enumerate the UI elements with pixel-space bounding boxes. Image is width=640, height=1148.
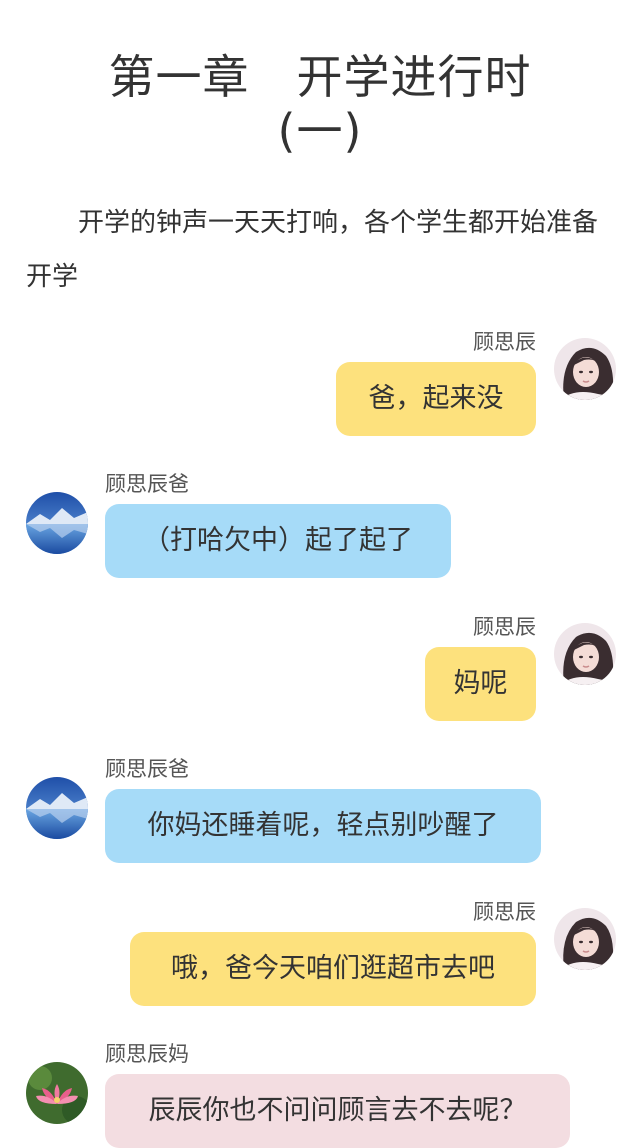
message-bubble[interactable]: （打哈欠中）起了起了 xyxy=(105,504,451,578)
chapter-title-line2: (一) xyxy=(277,104,363,158)
sender-name: 顾思辰爸 xyxy=(105,472,189,496)
sender-name: 顾思辰妈 xyxy=(105,1042,189,1066)
girl-avatar[interactable] xyxy=(554,623,616,685)
sender-name: 顾思辰 xyxy=(473,900,536,924)
intro-paragraph: 开学的钟声一天天打响，各个学生都开始准备开学 xyxy=(26,208,599,292)
girl-avatar[interactable] xyxy=(554,338,616,400)
message-bubble[interactable]: 妈呢 xyxy=(425,647,536,721)
lotus-avatar[interactable] xyxy=(26,1062,88,1124)
chapter-title: 第一章 开学进行时 (一) xyxy=(0,50,640,158)
sender-name: 顾思辰爸 xyxy=(105,757,189,781)
sender-name: 顾思辰 xyxy=(473,330,536,354)
message-bubble[interactable]: 辰辰你也不问问顾言去不去呢？ xyxy=(105,1074,570,1148)
message-bubble[interactable]: 哦，爸今天咱们逛超市去吧 xyxy=(130,932,536,1006)
chapter-title-line1: 第一章 开学进行时 xyxy=(108,50,532,104)
sender-name: 顾思辰 xyxy=(473,615,536,639)
message-bubble[interactable]: 你妈还睡着呢，轻点别吵醒了 xyxy=(105,789,541,863)
mountain-lake-avatar[interactable] xyxy=(26,777,88,839)
mountain-lake-avatar[interactable] xyxy=(26,492,88,554)
girl-avatar[interactable] xyxy=(554,908,616,970)
message-bubble[interactable]: 爸，起来没 xyxy=(336,362,536,436)
